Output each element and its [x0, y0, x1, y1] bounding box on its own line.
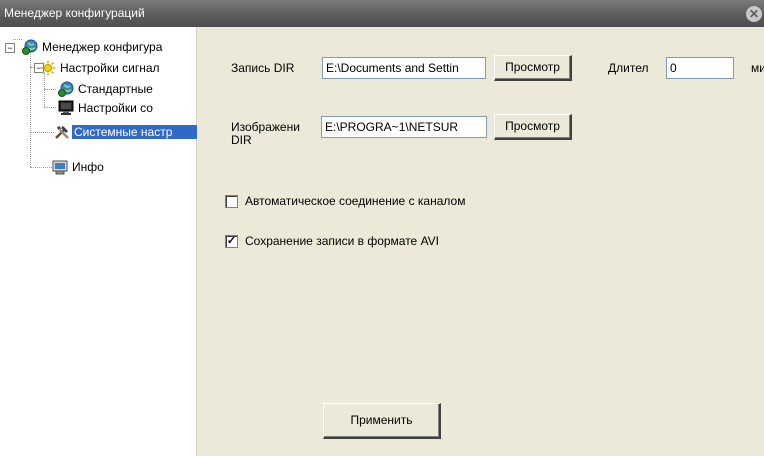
auto-connect-checkbox[interactable] [225, 195, 238, 208]
browse-image-dir-button[interactable]: Просмотр [494, 114, 572, 140]
tree-connector [44, 73, 45, 107]
auto-connect-label: Автоматическое соединение с каналом [245, 194, 466, 208]
monitor-icon [58, 100, 74, 116]
title-bar: Менеджер конфигураций ✕ [0, 0, 764, 27]
tree-connector [30, 132, 54, 133]
window-title: Менеджер конфигураций [4, 6, 145, 20]
globe-gear-icon [22, 39, 38, 55]
image-dir-label-suffix: DIR [231, 133, 252, 147]
globe-icon [58, 81, 74, 97]
close-icon[interactable]: ✕ [746, 6, 762, 22]
system-settings-panel: Запись DIR E:\Documents and Settin Просм… [197, 27, 764, 456]
tree-connector [44, 89, 56, 90]
save-avi-label: Сохранение записи в формате AVI [245, 234, 440, 248]
sun-icon [40, 60, 56, 76]
tools-icon [54, 124, 70, 140]
save-avi-checkbox[interactable]: ✓ [225, 235, 238, 248]
duration-label: Длител [608, 61, 649, 75]
apply-button[interactable]: Применить [323, 403, 441, 439]
duration-unit-label: ми [751, 62, 764, 75]
tree-connector [44, 107, 56, 108]
duration-input[interactable]: 0 [666, 57, 734, 79]
record-dir-label: Запись DIR [231, 61, 295, 75]
config-tree[interactable]: − − Менеджер конфигура Настройки сигнал … [0, 27, 198, 456]
browse-record-dir-button[interactable]: Просмотр [494, 55, 572, 81]
info-computer-icon [52, 159, 68, 175]
tree-connector [13, 39, 22, 40]
record-dir-input[interactable]: E:\Documents and Settin [322, 57, 486, 79]
collapse-toggle[interactable]: − [5, 43, 15, 53]
image-dir-input[interactable]: E:\PROGRA~1\NETSUR [321, 116, 487, 138]
tree-connector [30, 167, 52, 168]
